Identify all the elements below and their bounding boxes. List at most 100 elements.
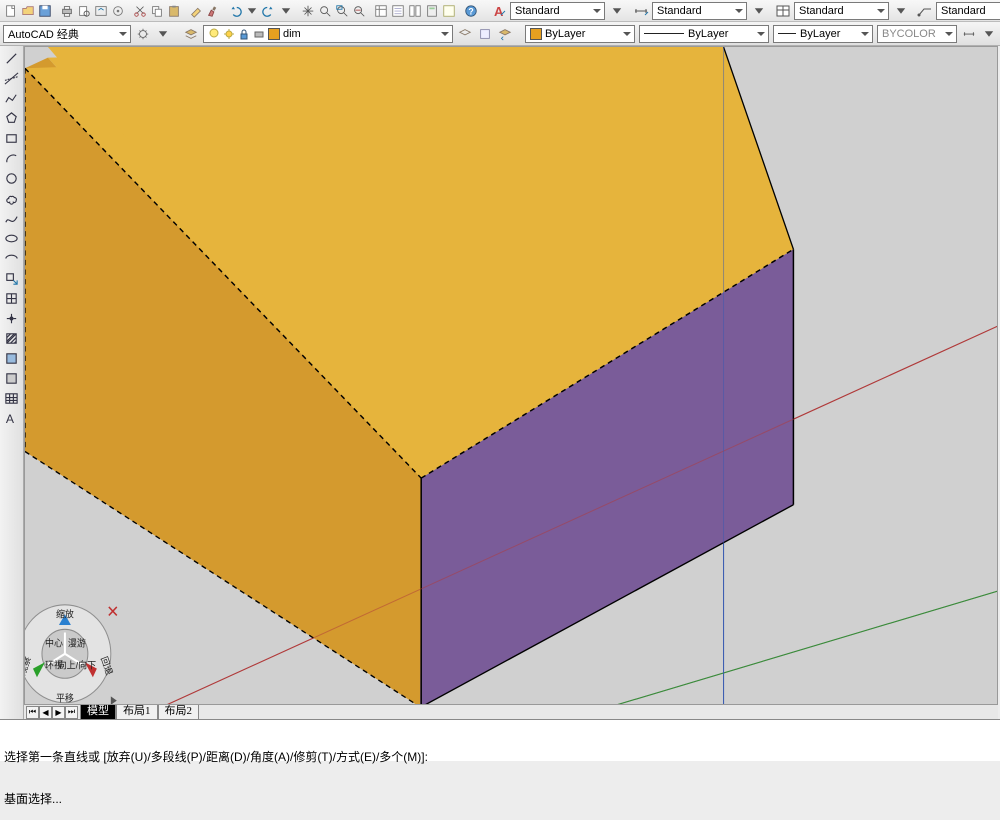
gear-icon[interactable] [135,25,151,43]
xline-tool[interactable] [2,69,22,88]
mleader-style-select[interactable]: Standard [936,2,1000,20]
text-style-value: Standard [515,5,560,17]
linetype-select[interactable]: ByLayer [639,25,769,43]
brush-icon[interactable] [205,2,221,20]
hatch-tool[interactable] [2,329,22,348]
svg-text:?: ? [468,6,473,16]
tab-next-icon[interactable]: ▶ [52,706,65,719]
standard-toolbar: ? A Standard Standard Standard Standard [0,0,1000,22]
text-style-select[interactable]: Standard [510,2,605,20]
zoom-icon[interactable] [317,2,333,20]
match-icon[interactable] [188,2,204,20]
sheet-icon[interactable] [390,2,406,20]
rectangle-tool[interactable] [2,129,22,148]
table-style-select[interactable]: Standard [794,2,889,20]
tab-model[interactable]: 模型 [80,705,116,720]
layer-manage-icon[interactable] [183,25,199,43]
table-style-box: Standard [775,2,910,20]
publish-icon[interactable] [93,2,109,20]
ellipse-arc-tool[interactable] [2,249,22,268]
lock-icon [238,28,250,40]
zoom-prev-icon[interactable] [351,2,367,20]
draw-toolbar: A [0,46,24,719]
plotstyle-value: BYCOLOR [882,28,936,40]
dim-linear-icon[interactable] [961,25,977,43]
sun-icon [223,28,235,40]
zoom-window-icon[interactable] [334,2,350,20]
workspace-select[interactable]: AutoCAD 经典 [3,25,131,43]
dim-style-value: Standard [657,5,702,17]
spline-tool[interactable] [2,209,22,228]
props-icon[interactable] [373,2,389,20]
layer-prev-icon[interactable] [497,25,513,43]
help-icon[interactable]: ? [463,2,479,20]
linetype-value: ByLayer [688,28,728,40]
print-icon[interactable] [59,2,75,20]
layer-name: dim [283,28,301,40]
save-icon[interactable] [37,2,53,20]
dim-style-box: Standard [633,2,768,20]
properties-toolbar: AutoCAD 经典 dim ByLayer ByLayer ByLayer B… [0,22,1000,46]
layer-tool-icon[interactable] [457,25,473,43]
dropdown-icon[interactable] [981,25,997,43]
ellipse-tool[interactable] [2,229,22,248]
point-tool[interactable] [2,309,22,328]
preview-icon[interactable] [76,2,92,20]
open-icon[interactable] [20,2,36,20]
layer-color-swatch [268,28,280,40]
tab-layout1[interactable]: 布局1 [116,705,158,720]
layer-select[interactable]: dim [203,25,453,43]
undo-icon[interactable] [227,2,243,20]
plotstyle-select[interactable]: BYCOLOR [877,25,957,43]
polyline-tool[interactable] [2,89,22,108]
dim-style-select[interactable]: Standard [652,2,747,20]
mtext-tool[interactable]: A [2,409,22,428]
layer-states-icon[interactable] [477,25,493,43]
dim-style-icon[interactable] [633,3,649,19]
mleader-style-box: Standard [917,2,1000,20]
tab-layout2[interactable]: 布局2 [158,705,200,720]
lineweight-value: ByLayer [800,28,840,40]
table-tool[interactable] [2,389,22,408]
color-value: ByLayer [545,28,585,40]
tab-first-icon[interactable]: ⏮ [26,706,39,719]
polygon-tool[interactable] [2,109,22,128]
new-icon[interactable] [3,2,19,20]
layout-tabs: ⏮ ◀ ▶ ⏭ 模型 布局1 布局2 [24,704,998,719]
dropdown-icon[interactable] [244,2,260,20]
redo-icon[interactable] [261,2,277,20]
lineweight-preview [778,33,796,34]
dropdown-icon[interactable] [155,25,171,43]
region-tool[interactable] [2,369,22,388]
tool-palette-icon[interactable] [407,2,423,20]
block-tool[interactable] [2,289,22,308]
color-select[interactable]: ByLayer [525,25,635,43]
circle-tool[interactable] [2,169,22,188]
dropdown-icon[interactable] [892,2,910,20]
pan-icon[interactable] [300,2,316,20]
mleader-style-icon[interactable] [917,3,933,19]
insert-tool[interactable] [2,269,22,288]
markup-icon[interactable] [441,2,457,20]
dropdown-icon[interactable] [278,2,294,20]
text-style-icon[interactable]: A [491,3,507,19]
table-style-icon[interactable] [775,3,791,19]
arc-tool[interactable] [2,149,22,168]
text-style-box: A Standard [491,2,626,20]
calc-icon[interactable] [424,2,440,20]
tool-icon[interactable] [110,2,126,20]
paste-icon[interactable] [166,2,182,20]
color-swatch [530,28,542,40]
dropdown-icon[interactable] [608,2,626,20]
tab-prev-icon[interactable]: ◀ [39,706,52,719]
lineweight-select[interactable]: ByLayer [773,25,873,43]
tab-last-icon[interactable]: ⏭ [65,706,78,719]
revcloud-tool[interactable] [2,189,22,208]
gradient-tool[interactable] [2,349,22,368]
copy-icon[interactable] [149,2,165,20]
command-line[interactable]: 选择第一条直线或 [放弃(U)/多段线(P)/距离(D)/角度(A)/修剪(T)… [0,719,1000,761]
model-viewport[interactable]: 缩放 回退 平移 动态观察 中心 漫游 环视 向上/向下 [24,46,998,708]
line-tool[interactable] [2,49,22,68]
dropdown-icon[interactable] [750,2,768,20]
cut-icon[interactable] [132,2,148,20]
